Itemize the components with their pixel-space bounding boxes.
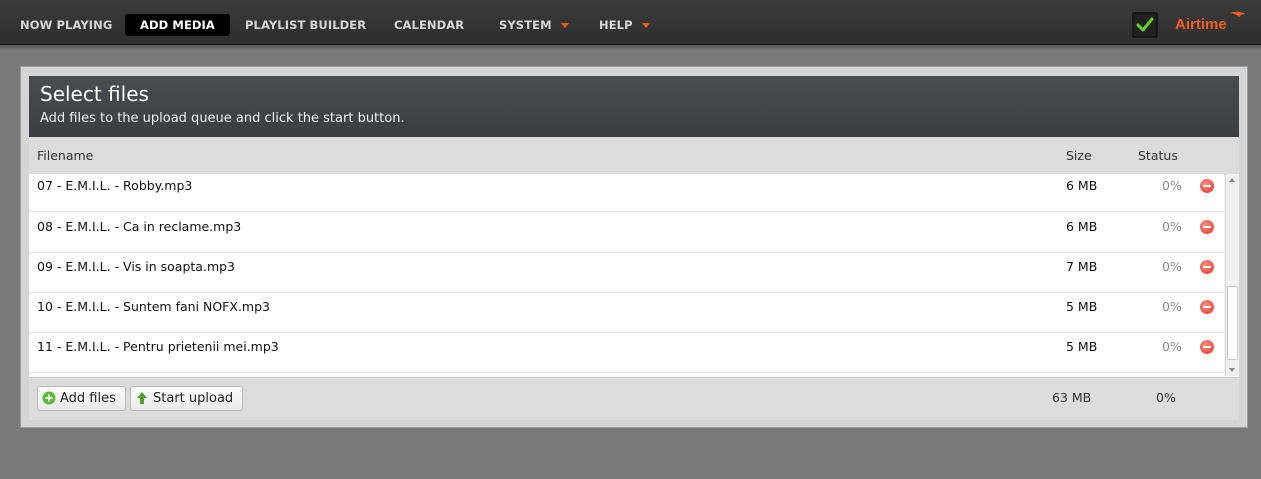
file-status: 0%	[1162, 259, 1182, 274]
add-files-button[interactable]: Add files	[37, 386, 126, 411]
nav-playlist-builder[interactable]: PLAYLIST BUILDER	[245, 14, 366, 36]
file-name: 08 - E.M.I.L. - Ca in reclame.mp3	[37, 219, 242, 234]
nav-help[interactable]: HELP	[599, 14, 650, 36]
upload-container: Select files Add files to the upload que…	[29, 76, 1239, 420]
file-list-scrollbar[interactable]	[1225, 174, 1239, 376]
add-icon	[42, 391, 56, 405]
file-row: 10 - E.M.I.L. - Suntem fani NOFX.mp3 5 M…	[29, 292, 1224, 333]
upload-subtitle: Add files to the upload queue and click …	[40, 111, 405, 126]
file-size: 7 MB	[1066, 259, 1098, 274]
column-status: Status	[1138, 148, 1178, 163]
nav-shadow	[0, 44, 1261, 50]
column-filename: Filename	[37, 148, 94, 163]
nav-add-media[interactable]: ADD MEDIA	[125, 14, 230, 36]
top-nav-bar: NOW PLAYING ADD MEDIA PLAYLIST BUILDER C…	[0, 0, 1261, 50]
nav-system[interactable]: SYSTEM	[499, 14, 569, 36]
nav-system-label: SYSTEM	[499, 18, 552, 32]
file-size: 5 MB	[1066, 339, 1098, 354]
remove-icon[interactable]	[1200, 300, 1214, 314]
brand-logo: Airtime	[1175, 16, 1227, 33]
total-size: 63 MB	[1052, 390, 1092, 405]
brand-swoosh-icon	[1230, 11, 1245, 17]
file-row: 08 - E.M.I.L. - Ca in reclame.mp3 6 MB 0…	[29, 212, 1224, 253]
file-status: 0%	[1162, 299, 1182, 314]
upload-panel: Select files Add files to the upload que…	[20, 66, 1248, 428]
remove-icon[interactable]	[1200, 260, 1214, 274]
remove-icon[interactable]	[1200, 220, 1214, 234]
file-name: 11 - E.M.I.L. - Pentru prietenii mei.mp3	[37, 339, 279, 354]
start-upload-button[interactable]: Start upload	[130, 386, 244, 411]
chevron-down-icon	[560, 23, 569, 28]
remove-icon[interactable]	[1200, 340, 1214, 354]
file-name: 07 - E.M.I.L. - Robby.mp3	[37, 178, 193, 193]
nav-calendar[interactable]: CALENDAR	[394, 14, 464, 36]
file-row: 09 - E.M.I.L. - Vis in soapta.mp3 7 MB 0…	[29, 252, 1224, 293]
file-size: 6 MB	[1066, 219, 1098, 234]
scroll-down-icon[interactable]	[1229, 368, 1235, 372]
file-name: 09 - E.M.I.L. - Vis in soapta.mp3	[37, 259, 236, 274]
upload-footer: Add files Start upload 63 MB 0%	[29, 377, 1239, 420]
column-size: Size	[1066, 148, 1092, 163]
file-list[interactable]: 07 - E.M.I.L. - Robby.mp3 6 MB 0% 08 - E…	[29, 174, 1224, 376]
checkmark-icon	[1136, 17, 1154, 32]
file-status: 0%	[1162, 178, 1182, 193]
file-list-header: Filename Size Status	[29, 137, 1239, 175]
file-size: 5 MB	[1066, 299, 1098, 314]
nav-now-playing[interactable]: NOW PLAYING	[20, 14, 112, 36]
file-row: 07 - E.M.I.L. - Robby.mp3 6 MB 0%	[29, 174, 1224, 212]
upload-title: Select files	[40, 82, 149, 106]
total-status: 0%	[1156, 390, 1176, 405]
file-name: 10 - E.M.I.L. - Suntem fani NOFX.mp3	[37, 299, 270, 314]
nav-help-label: HELP	[599, 18, 633, 32]
scroll-up-icon[interactable]	[1229, 178, 1235, 182]
file-row: 11 - E.M.I.L. - Pentru prietenii mei.mp3…	[29, 332, 1224, 373]
upload-arrow-icon	[137, 392, 147, 404]
upload-header: Select files Add files to the upload que…	[29, 76, 1239, 137]
add-files-label: Add files	[60, 391, 116, 406]
file-status: 0%	[1162, 219, 1182, 234]
chevron-down-icon	[641, 23, 650, 28]
scroll-thumb[interactable]	[1227, 286, 1238, 360]
file-status: 0%	[1162, 339, 1182, 354]
remove-icon[interactable]	[1200, 179, 1214, 193]
file-size: 6 MB	[1066, 178, 1098, 193]
start-upload-label: Start upload	[153, 391, 234, 406]
status-check-icon[interactable]	[1132, 12, 1158, 38]
